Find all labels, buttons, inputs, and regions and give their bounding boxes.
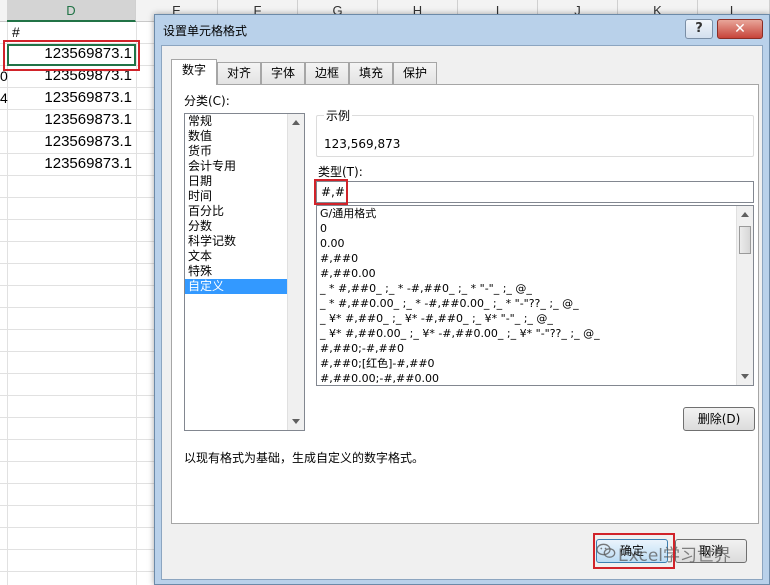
help-button[interactable]: ?	[685, 19, 713, 39]
scroll-down-arrow-icon[interactable]	[292, 419, 300, 424]
cell-d5[interactable]: 123569873.1	[7, 111, 136, 128]
sample-value: 123,569,873	[324, 137, 401, 151]
tab-border[interactable]: 边框	[305, 62, 349, 84]
delete-button[interactable]: 删除(D)	[683, 407, 755, 431]
format-item[interactable]: _ * #,##0_ ;_ * -#,##0_ ;_ * "-"_ ;_ @_	[317, 281, 753, 296]
format-item[interactable]: #,##0;-#,##0	[317, 341, 753, 356]
tab-font[interactable]: 字体	[261, 62, 305, 84]
format-item[interactable]: #,##0	[317, 251, 753, 266]
tab-alignment[interactable]: 对齐	[217, 62, 261, 84]
cell-d6[interactable]: 123569873.1	[7, 133, 136, 150]
dialog-titlebar[interactable]: 设置单元格格式 ? ✕	[155, 15, 769, 45]
format-item[interactable]: _ ¥* #,##0.00_ ;_ ¥* -#,##0.00_ ;_ ¥* "-…	[317, 326, 753, 341]
category-scrollbar[interactable]	[287, 114, 304, 430]
format-item[interactable]: _ ¥* #,##0_ ;_ ¥* -#,##0_ ;_ ¥* "-"_ ;_ …	[317, 311, 753, 326]
tab-number[interactable]: 数字	[171, 59, 217, 85]
highlight-box-type	[314, 179, 348, 205]
format-description: 以现有格式为基础，生成自定义的数字格式。	[184, 451, 425, 465]
format-item[interactable]: #,##0;[红色]-#,##0	[317, 356, 753, 371]
cell-d1[interactable]: #	[12, 24, 20, 40]
tab-fill[interactable]: 填充	[349, 62, 393, 84]
tab-protection[interactable]: 保护	[393, 62, 437, 84]
scroll-up-arrow-icon[interactable]	[741, 212, 749, 217]
scroll-up-arrow-icon[interactable]	[292, 120, 300, 125]
category-list[interactable]: 常规 数值 货币 会计专用 日期 时间 百分比 分数 科学记数 文本 特殊 自定…	[184, 113, 305, 431]
format-item[interactable]: 0	[317, 221, 753, 236]
type-input[interactable]: #,#	[316, 181, 754, 203]
format-item[interactable]: 0.00	[317, 236, 753, 251]
dialog-body: 数字 对齐 字体 边框 填充 保护 分类(C): 常规 数值 货币 会计专用 日…	[161, 45, 763, 580]
scroll-down-arrow-icon[interactable]	[741, 374, 749, 379]
type-label: 类型(T):	[318, 165, 363, 179]
format-item[interactable]: #,##0.00;-#,##0.00	[317, 371, 753, 385]
column-header-d[interactable]: D	[7, 0, 136, 22]
format-cells-dialog: 设置单元格格式 ? ✕ 数字 对齐 字体 边框 填充 保护 分类(C): 常规 …	[154, 14, 770, 585]
cell-d4[interactable]: 123569873.1	[7, 89, 136, 106]
cell-d7[interactable]: 123569873.1	[7, 155, 136, 172]
highlight-box-cell	[3, 40, 140, 71]
highlight-box-ok	[593, 533, 675, 569]
dialog-title: 设置单元格格式	[163, 24, 248, 38]
close-button[interactable]: ✕	[717, 19, 763, 39]
format-list-scrollbar[interactable]	[736, 206, 753, 385]
format-item[interactable]: G/通用格式	[317, 206, 753, 221]
format-code-list[interactable]: G/通用格式 0 0.00 #,##0 #,##0.00 _ * #,##0_ …	[316, 205, 754, 386]
format-item[interactable]: _ * #,##0.00_ ;_ * -#,##0.00_ ;_ * "-"??…	[317, 296, 753, 311]
sample-label: 示例	[324, 107, 353, 124]
scroll-thumb[interactable]	[739, 226, 751, 254]
format-item[interactable]: #,##0.00	[317, 266, 753, 281]
category-label: 分类(C):	[184, 94, 230, 108]
number-tab-panel: 分类(C): 常规 数值 货币 会计专用 日期 时间 百分比 分数 科学记数 文…	[171, 84, 759, 524]
